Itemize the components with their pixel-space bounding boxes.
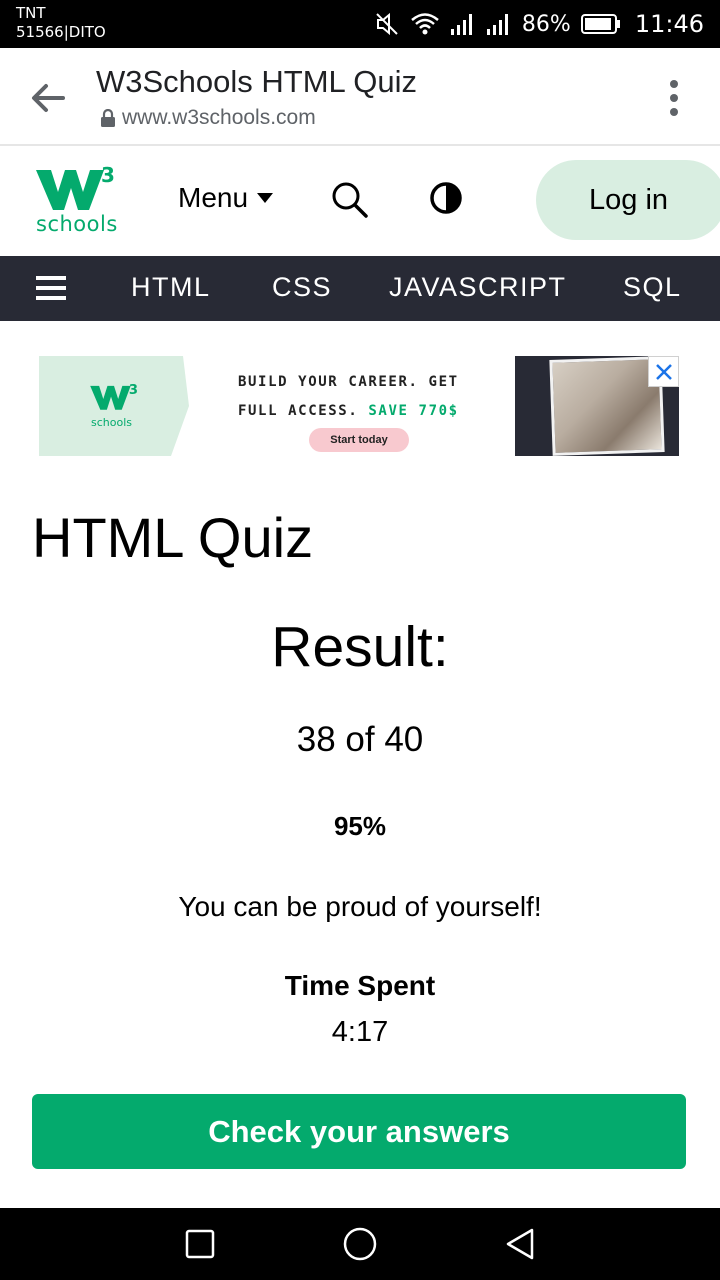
check-answers-button[interactable]: Check your answers bbox=[32, 1094, 686, 1169]
topic-navbar: HTML CSS JAVASCRIPT SQL bbox=[0, 256, 720, 321]
ad-headline: BUILD YOUR CAREER. GET FULL ACCESS. SAVE… bbox=[238, 368, 459, 426]
clock: 11:46 bbox=[634, 10, 704, 38]
w3schools-logo[interactable]: 3 schools bbox=[34, 162, 118, 240]
caret-down-icon bbox=[257, 193, 274, 203]
more-options-button[interactable] bbox=[662, 78, 686, 118]
signal-icon bbox=[486, 12, 512, 36]
ad-line-2-accent: SAVE 770$ bbox=[368, 403, 459, 419]
more-vert-icon bbox=[670, 80, 678, 88]
nav-item-css[interactable]: CSS bbox=[272, 272, 332, 303]
battery-icon bbox=[580, 13, 621, 35]
recents-icon bbox=[185, 1229, 215, 1259]
carrier-info: TNT 51566|DITO bbox=[16, 4, 106, 42]
time-spent-value: 4:17 bbox=[331, 1016, 389, 1048]
home-button[interactable] bbox=[340, 1226, 380, 1262]
android-back-button[interactable] bbox=[500, 1226, 540, 1262]
url-text: www.w3schools.com bbox=[122, 106, 316, 129]
recents-button[interactable] bbox=[180, 1226, 220, 1262]
page-heading: HTML Quiz bbox=[32, 506, 314, 569]
back-icon bbox=[506, 1228, 534, 1260]
result-label: Result: bbox=[271, 615, 449, 679]
home-icon bbox=[343, 1227, 377, 1261]
wifi-icon bbox=[410, 12, 440, 36]
back-arrow-icon bbox=[32, 84, 65, 112]
ad-logo-text: schools bbox=[91, 416, 132, 429]
w3-logo-mark: 3 bbox=[36, 163, 115, 210]
ad-close-button[interactable] bbox=[648, 356, 679, 387]
score-text: 38 of 40 bbox=[296, 720, 424, 759]
carrier-name: TNT bbox=[16, 4, 46, 22]
page-title: W3Schools HTML Quiz bbox=[96, 64, 417, 99]
back-button[interactable] bbox=[26, 76, 70, 120]
ad-banner[interactable]: 3 schools BUILD YOUR CAREER. GET FULL AC… bbox=[39, 356, 679, 456]
menu-button[interactable]: Menu bbox=[178, 182, 274, 214]
ad-line-2: FULL ACCESS. SAVE 770$ bbox=[238, 397, 459, 426]
battery-percent: 86% bbox=[521, 11, 571, 37]
result-message: You can be proud of yourself! bbox=[178, 891, 542, 922]
nav-item-sql[interactable]: SQL bbox=[623, 272, 682, 303]
status-bar: TNT 51566|DITO 86% 11:46 bbox=[0, 0, 720, 48]
carrier-code: 51566|DITO bbox=[16, 23, 106, 41]
ad-line-2-prefix: FULL ACCESS. bbox=[238, 403, 359, 419]
site-header: 3 schools Menu Log in bbox=[0, 146, 720, 256]
svg-text:3: 3 bbox=[129, 383, 138, 398]
svg-text:3: 3 bbox=[101, 163, 115, 187]
nav-item-html[interactable]: HTML bbox=[131, 272, 211, 303]
score-percent: 95% bbox=[333, 811, 387, 841]
status-icons: 86% 11:46 bbox=[374, 0, 704, 48]
ad-w3schools-logo: 3 schools bbox=[89, 378, 139, 433]
url-display[interactable]: www.w3schools.com bbox=[100, 106, 316, 130]
nav-item-javascript[interactable]: JAVASCRIPT bbox=[389, 272, 567, 303]
contrast-icon bbox=[430, 182, 462, 214]
close-icon bbox=[655, 363, 672, 380]
mute-icon bbox=[374, 11, 400, 37]
logo-text: schools bbox=[36, 212, 118, 236]
search-button[interactable] bbox=[330, 180, 370, 220]
time-spent-label: Time Spent bbox=[284, 970, 436, 1001]
hamburger-menu-icon[interactable] bbox=[36, 276, 66, 300]
android-nav-bar bbox=[0, 1208, 720, 1280]
ad-cta-button[interactable]: Start today bbox=[309, 428, 409, 452]
login-button[interactable]: Log in bbox=[536, 160, 720, 240]
browser-toolbar: W3Schools HTML Quiz www.w3schools.com bbox=[0, 48, 720, 146]
lock-icon bbox=[101, 108, 115, 127]
theme-toggle-button[interactable] bbox=[428, 180, 464, 216]
ad-line-1: BUILD YOUR CAREER. GET bbox=[238, 374, 459, 390]
signal-icon bbox=[450, 12, 476, 36]
search-icon bbox=[332, 182, 368, 218]
menu-label: Menu bbox=[178, 182, 249, 213]
